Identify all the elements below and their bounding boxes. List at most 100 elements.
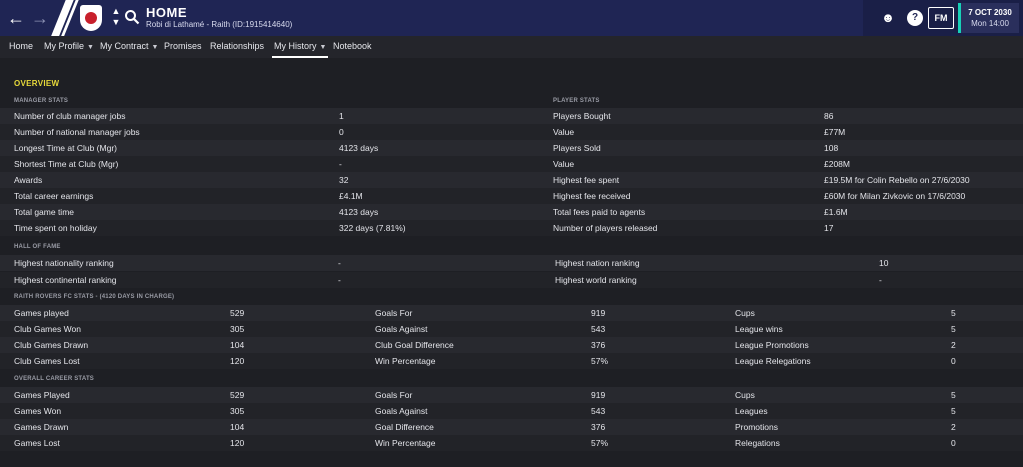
forward-arrow-icon[interactable]: → [28, 6, 52, 30]
club-stat-value: 0 [951, 356, 956, 366]
career-stat-value: 919 [591, 390, 606, 400]
career-stat-label: Win Percentage [375, 438, 436, 448]
stats-row: Time spent on holiday 322 days (7.81%) N… [0, 220, 1023, 236]
top-bar: ← → ▲ ▼ HOME Robi di Lathamé - Raith (ID:… [0, 0, 1023, 36]
club-stat-value: 376 [591, 340, 606, 350]
club-stat-value: 305 [230, 324, 245, 334]
club-stats-row: Club Games Drawn 104 Club Goal Differenc… [0, 337, 1023, 353]
game-time: Mon 14:00 [971, 19, 1009, 28]
overview-heading: OVERVIEW [14, 79, 60, 88]
career-stat-value: 305 [230, 406, 245, 416]
career-stat-value: 104 [230, 422, 245, 432]
player-stat-label: Number of players released [553, 223, 658, 233]
tab-relationships[interactable]: Relationships [210, 41, 264, 51]
hof-value: 10 [879, 258, 889, 268]
club-stat-value: 919 [591, 308, 606, 318]
manager-subtitle: Robi di Lathamé - Raith (ID:1915414640) [146, 20, 293, 29]
career-stat-label: Goals For [375, 390, 413, 400]
hall-of-fame-row: Highest continental ranking - Highest wo… [0, 272, 1023, 288]
stats-row: Longest Time at Club (Mgr) 4123 days Pla… [0, 140, 1023, 156]
back-arrow-icon[interactable]: ← [4, 6, 28, 30]
stats-row: Shortest Time at Club (Mgr) - Value £208… [0, 156, 1023, 172]
club-stat-value: 2 [951, 340, 956, 350]
tab-promises[interactable]: Promises [164, 41, 202, 51]
stats-row: Total game time 4123 days Total fees pai… [0, 204, 1023, 220]
chevron-down-icon: ▼ [87, 44, 94, 51]
career-stats-row: Games Played 529 Goals For 919 Cups 5 [0, 387, 1023, 403]
club-stats-row: Games played 529 Goals For 919 Cups 5 [0, 305, 1023, 321]
switch-arrows-icon[interactable]: ▲ ▼ [111, 6, 121, 28]
player-stat-value: £60M for Milan Zivkovic on 17/6/2030 [824, 191, 966, 201]
tab-notebook[interactable]: Notebook [333, 41, 372, 51]
chevron-down-icon: ▼ [319, 44, 327, 51]
manager-stat-label: Awards [14, 175, 43, 185]
tab-my-history[interactable]: My History ▼ [271, 41, 329, 58]
career-stat-value: 0 [951, 438, 956, 448]
club-stats-row: Club Games Won 305 Goals Against 543 Lea… [0, 321, 1023, 337]
club-stat-value: 529 [230, 308, 245, 318]
help-icon[interactable]: ? [907, 10, 923, 26]
manager-stat-label: Total game time [14, 207, 74, 217]
manager-stat-value: 1 [339, 111, 344, 121]
career-stat-label: Goals Against [375, 406, 428, 416]
career-stat-label: Relegations [735, 438, 780, 448]
club-stats-heading: RAITH ROVERS FC STATS - (4120 DAYS IN CH… [14, 294, 175, 300]
manager-stat-label: Number of national manager jobs [14, 127, 140, 137]
career-stats-row: Games Lost 120 Win Percentage 57% Relega… [0, 435, 1023, 451]
club-stat-label: Club Goal Difference [375, 340, 454, 350]
career-stat-label: Goal Difference [375, 422, 434, 432]
manager-stat-value: - [339, 159, 342, 169]
club-stat-label: Goals Against [375, 324, 428, 334]
player-stat-label: Players Bought [553, 111, 611, 121]
club-stat-value: 120 [230, 356, 245, 366]
career-stat-label: Promotions [735, 422, 778, 432]
player-stat-value: 108 [824, 143, 839, 153]
stats-row: Awards 32 Highest fee spent £19.5M for C… [0, 172, 1023, 188]
continue-date-button[interactable]: 7 OCT 2030 Mon 14:00 [958, 3, 1019, 33]
club-stat-label: Club Games Drawn [14, 340, 89, 350]
manager-stat-label: Longest Time at Club (Mgr) [14, 143, 117, 153]
player-stat-label: Highest fee spent [553, 175, 620, 185]
hall-of-fame-row: Highest nationality ranking - Highest na… [0, 255, 1023, 271]
player-stats-heading: PLAYER STATS [553, 98, 600, 104]
manager-stat-value: £4.1M [339, 191, 363, 201]
career-stat-label: Games Won [14, 406, 62, 416]
career-stats-row: Games Won 305 Goals Against 543 Leagues … [0, 403, 1023, 419]
club-stat-label: Goals For [375, 308, 413, 318]
tab-my-contract[interactable]: My Contract ▼ [100, 41, 158, 51]
club-crest-icon[interactable] [80, 5, 102, 31]
club-stat-label: League wins [735, 324, 783, 334]
stats-row: Total career earnings £4.1M Highest fee … [0, 188, 1023, 204]
fm-menu-button[interactable]: FM [928, 7, 954, 29]
club-stat-value: 5 [951, 308, 956, 318]
hof-label: Highest continental ranking [14, 275, 117, 285]
game-date: 7 OCT 2030 [968, 8, 1012, 17]
career-stat-value: 5 [951, 390, 956, 400]
career-stat-value: 120 [230, 438, 245, 448]
manager-stats-heading: MANAGER STATS [14, 98, 69, 104]
career-stats-heading: OVERALL CAREER STATS [14, 376, 95, 382]
club-stat-label: Cups [735, 308, 755, 318]
player-stat-value: £19.5M for Colin Rebello on 27/6/2030 [824, 175, 970, 185]
manager-stat-value: 32 [339, 175, 349, 185]
club-stat-label: League Relegations [735, 356, 811, 366]
career-stat-label: Leagues [735, 406, 768, 416]
player-stat-label: Players Sold [553, 143, 601, 153]
tab-home[interactable]: Home [9, 41, 33, 51]
manager-stat-label: Shortest Time at Club (Mgr) [14, 159, 119, 169]
career-stat-label: Games Drawn [14, 422, 69, 432]
manager-stat-label: Total career earnings [14, 191, 94, 201]
tab-menu: Home My Profile ▼ My Contract ▼ Promises R… [0, 36, 1023, 58]
manager-stat-value: 0 [339, 127, 344, 137]
hof-value: - [879, 275, 882, 285]
club-stat-label: Club Games Won [14, 324, 81, 334]
player-stat-label: Value [553, 159, 575, 169]
manager-face-icon[interactable]: ☻ [880, 10, 896, 26]
tab-my-profile[interactable]: My Profile ▼ [44, 41, 94, 51]
club-stats-row: Club Games Lost 120 Win Percentage 57% L… [0, 353, 1023, 369]
search-icon[interactable] [124, 9, 140, 25]
hof-value: - [338, 258, 341, 268]
player-stat-label: Highest fee received [553, 191, 631, 201]
club-stat-value: 104 [230, 340, 245, 350]
manager-stat-label: Time spent on holiday [14, 223, 97, 233]
